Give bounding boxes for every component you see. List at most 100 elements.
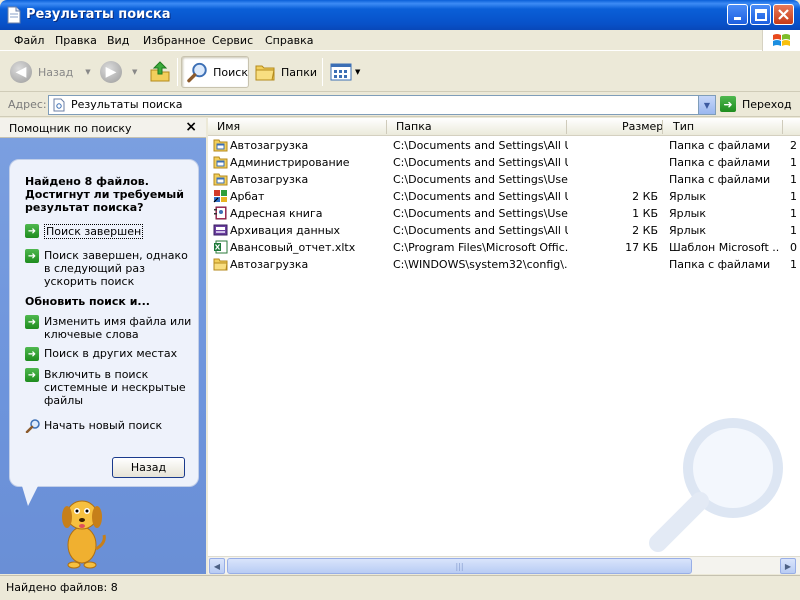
file-row[interactable]: Автозагрузка C:\WINDOWS\system32\config\… — [208, 256, 800, 273]
menu-view[interactable]: Вид — [107, 34, 129, 47]
file-extra: 1 — [790, 190, 797, 203]
maximize-button[interactable] — [750, 4, 771, 25]
scroll-right-button[interactable]: ▶ — [780, 558, 796, 574]
file-name: Администрирование — [230, 156, 350, 169]
file-row[interactable]: Архивация данных C:\Documents and Settin… — [208, 222, 800, 239]
minimize-button[interactable] — [727, 4, 748, 25]
file-row[interactable]: Администрирование C:\Documents and Setti… — [208, 154, 800, 171]
column-header: Имя Папка Размер Тип — [208, 118, 800, 136]
bubble-tail — [22, 486, 38, 506]
file-row[interactable]: Адресная книга C:\Documents and Settings… — [208, 205, 800, 222]
search-button[interactable]: Поиск — [181, 56, 249, 88]
assistant-header: Помощник по поиску × — [0, 118, 206, 138]
toolbar-separator — [322, 58, 323, 86]
file-size: 2 КБ — [632, 190, 658, 203]
back-button[interactable]: ◀ Назад ▼ — [10, 56, 91, 88]
scroll-thumb[interactable]: ||| — [227, 558, 692, 574]
file-path: C:\Documents and Settings\All U... — [393, 156, 568, 169]
file-type: Ярлык — [669, 207, 706, 220]
address-field[interactable]: Результаты поиска ▼ — [48, 95, 716, 115]
column-separator[interactable] — [782, 120, 783, 134]
link-label: Поиск в других местах — [44, 347, 178, 360]
chevron-right-icon: ▶ — [784, 561, 792, 571]
file-name: Автозагрузка — [230, 173, 309, 186]
file-row[interactable]: Автозагрузка C:\Documents and Settings\A… — [208, 137, 800, 154]
file-type: Папка с файлами — [669, 173, 771, 186]
column-separator[interactable] — [662, 120, 663, 134]
file-row[interactable]: Автозагрузка C:\Documents and Settings\U… — [208, 171, 800, 188]
chevron-down-icon: ▼ — [132, 68, 138, 76]
scroll-left-button[interactable]: ◀ — [209, 558, 225, 574]
file-name: Автозагрузка — [230, 258, 309, 271]
assistant-bubble: Найдено 8 файлов. Достигнут ли требуемый… — [9, 159, 199, 487]
file-name: Арбат — [230, 190, 265, 203]
file-size: 17 КБ — [625, 241, 658, 254]
assistant-heading: Найдено 8 файлов. Достигнут ли требуемый… — [25, 175, 184, 214]
link-label: Поиск завершен, однако в следующий раз у… — [44, 249, 188, 288]
file-size: 2 КБ — [632, 224, 658, 237]
link-include-hidden[interactable]: ➜ Включить в поиск системные и нескрытые… — [25, 368, 195, 407]
go-button[interactable]: ➜ Переход — [720, 96, 792, 112]
folders-label: Папки — [281, 65, 317, 79]
link-search-done-faster[interactable]: ➜ Поиск завершен, однако в следующий раз… — [25, 249, 195, 288]
column-name[interactable]: Имя — [217, 120, 240, 133]
views-icon — [330, 63, 352, 81]
arrow-right-icon: ➜ — [25, 315, 39, 329]
column-path[interactable]: Папка — [396, 120, 432, 133]
horizontal-scrollbar[interactable]: ◀ ||| ▶ — [208, 556, 800, 574]
excel-template-icon — [214, 240, 228, 254]
file-extra: 2 — [790, 139, 797, 152]
arrow-right-icon: ➜ — [25, 347, 39, 361]
column-size[interactable]: Размер — [622, 120, 663, 133]
link-change-name[interactable]: ➜ Изменить имя файла или ключевые слова — [25, 315, 195, 341]
column-type[interactable]: Тип — [673, 120, 694, 133]
back-label: Назад — [38, 65, 74, 79]
close-icon[interactable]: × — [185, 119, 197, 135]
address-value: Результаты поиска — [71, 98, 183, 111]
column-separator[interactable] — [386, 120, 387, 134]
menu-tools[interactable]: Сервис — [212, 34, 253, 47]
up-folder-button[interactable] — [148, 56, 172, 88]
arrow-right-icon: ➜ — [25, 368, 39, 382]
file-row[interactable]: Арбат C:\Documents and Settings\All U...… — [208, 188, 800, 205]
menu-favorites[interactable]: Избранное — [143, 34, 205, 47]
status-bar: Найдено файлов: 8 — [0, 575, 800, 600]
folder-programs-icon — [213, 139, 228, 152]
close-button[interactable] — [773, 4, 794, 25]
file-type: Папка с файлами — [669, 258, 771, 271]
views-button[interactable]: ▼ — [330, 56, 360, 88]
file-row[interactable]: Авансовый_отчет.xltx C:\Program Files\Mi… — [208, 239, 800, 256]
address-dropdown-button[interactable]: ▼ — [698, 96, 715, 114]
menu-edit[interactable]: Правка — [55, 34, 97, 47]
back-button-label: Назад — [130, 461, 167, 474]
link-other-places[interactable]: ➜ Поиск в других местах — [25, 347, 195, 361]
search-icon — [187, 62, 207, 83]
link-label: Изменить имя файла или ключевые слова — [44, 315, 192, 341]
link-label: Поиск завершен — [44, 224, 144, 239]
file-type: Ярлык — [669, 224, 706, 237]
grip-icon: ||| — [455, 561, 464, 571]
app-shortcut-icon — [213, 190, 227, 203]
file-path: C:\Documents and Settings\All U... — [393, 190, 568, 203]
menu-file[interactable]: Файл — [14, 34, 44, 47]
folders-button[interactable]: Папки — [254, 56, 317, 88]
chevron-left-icon: ◀ — [213, 561, 221, 571]
go-arrow-icon: ➜ — [720, 96, 736, 112]
search-label: Поиск — [213, 65, 248, 79]
forward-button[interactable]: ▶ ▼ — [100, 56, 137, 88]
address-bar: Адрес: Результаты поиска ▼ ➜ Переход — [0, 93, 800, 117]
status-text: Найдено файлов: 8 — [6, 581, 118, 594]
address-book-icon — [214, 206, 227, 220]
menu-help[interactable]: Справка — [265, 34, 313, 47]
folder-programs-icon — [213, 173, 228, 186]
column-separator[interactable] — [566, 120, 567, 134]
minimize-icon — [733, 16, 741, 20]
file-name: Автозагрузка — [230, 139, 309, 152]
link-new-search[interactable]: Начать новый поиск — [25, 419, 195, 433]
search-icon — [25, 419, 40, 433]
link-search-done[interactable]: ➜ Поиск завершен — [25, 224, 195, 239]
link-label: Включить в поиск системные и нескрытые ф… — [44, 368, 186, 407]
assistant-back-button[interactable]: Назад — [112, 457, 185, 478]
file-path: C:\Documents and Settings\Use... — [393, 173, 568, 186]
file-type: Ярлык — [669, 190, 706, 203]
